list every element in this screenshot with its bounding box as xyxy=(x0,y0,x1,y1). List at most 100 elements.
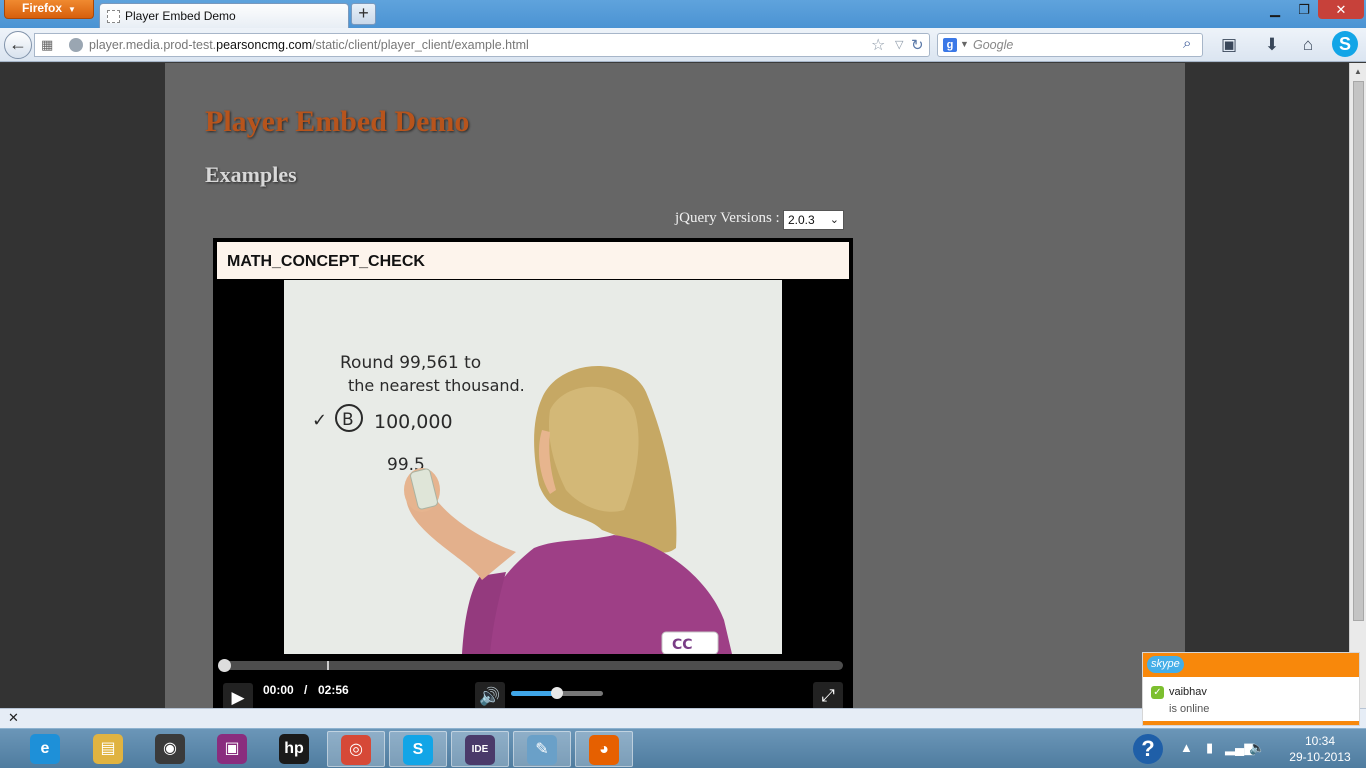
jquery-version-label: jQuery Versions : xyxy=(675,210,780,226)
chrome-icon: ◎ xyxy=(341,735,371,765)
new-tab-button[interactable]: + xyxy=(351,3,376,25)
clock-date: 29-10-2013 xyxy=(1289,750,1351,764)
file-explorer-icon: ▤ xyxy=(93,734,123,764)
search-input[interactable]: Google xyxy=(973,38,1013,52)
page-icon xyxy=(107,10,120,23)
back-button[interactable]: ← xyxy=(4,31,32,59)
volume-handle[interactable] xyxy=(551,687,563,699)
volume-icon[interactable]: 🔈 xyxy=(1249,740,1265,756)
search-icon[interactable]: ⌕ xyxy=(1183,35,1191,52)
notepad-icon: ✎ xyxy=(527,735,557,765)
hp-icon: hp xyxy=(279,734,309,764)
system-clock[interactable]: 10:34 29-10-2013 xyxy=(1280,733,1360,765)
play-icon: ▶ xyxy=(231,688,245,707)
taskbar-item-app-purple[interactable]: ▣ xyxy=(203,731,261,767)
whiteboard-line-1: Round 99,561 to xyxy=(340,353,481,373)
fullscreen-button[interactable]: ⤢ xyxy=(813,682,843,708)
skype-icon: S xyxy=(403,735,433,765)
chevron-down-icon: ⌄ xyxy=(829,214,839,226)
online-status-icon: ✓ xyxy=(1151,686,1164,699)
help-icon[interactable]: ? xyxy=(1133,734,1163,764)
navigation-bar: ← ▦ player.media.prod-test.pearsoncmg.co… xyxy=(0,28,1366,62)
vertical-scrollbar[interactable]: ▲ xyxy=(1349,63,1366,708)
page-subtitle: Examples xyxy=(205,162,297,187)
current-time: 00:00 xyxy=(263,683,294,697)
page-viewport: Player Embed Demo Examples jQuery Versio… xyxy=(0,63,1349,708)
bookmarks-icon[interactable]: ▣ xyxy=(1216,35,1242,55)
skype-notification[interactable]: skype ✓ vaibhav is online xyxy=(1142,652,1360,726)
close-addon-bar-icon[interactable]: ✕ xyxy=(8,710,19,726)
mute-button[interactable]: 🔊 xyxy=(475,682,505,708)
restore-icon[interactable]: ❐ xyxy=(1290,0,1318,19)
skype-logo: skype xyxy=(1147,656,1184,673)
url-prefix: player.media.prod-test. xyxy=(89,38,217,52)
taskbar-item-internet-explorer[interactable]: e xyxy=(16,731,74,767)
url-text[interactable]: player.media.prod-test.pearsoncmg.com/st… xyxy=(89,38,529,52)
page-content: Player Embed Demo Examples jQuery Versio… xyxy=(165,63,1185,708)
search-engine-dropdown-icon[interactable]: ▼ xyxy=(960,39,969,49)
battery-icon[interactable]: ▮ xyxy=(1206,740,1213,756)
contact-name: vaibhav xyxy=(1169,686,1207,698)
seek-handle[interactable] xyxy=(218,659,231,672)
taskbar-item-notepad[interactable]: ✎ xyxy=(513,731,571,767)
seek-bar[interactable] xyxy=(217,657,845,675)
speaker-icon: 🔊 xyxy=(479,687,501,706)
scroll-up-icon[interactable]: ▲ xyxy=(1354,67,1362,76)
taskbar: e ▤ ◉ ▣ hp ◎ S IDE ✎ ◕ ? ▲ ▮ ▂▄▆ 🔈 10:34 29-10-20… xyxy=(0,728,1366,768)
taskbar-item-firefox[interactable]: ◕ xyxy=(575,731,633,767)
taskbar-item-skype[interactable]: S xyxy=(389,731,447,767)
cc-badge-text: CC xyxy=(672,637,693,653)
identity-icon[interactable]: ▦ xyxy=(41,37,53,53)
taskbar-item-file-explorer[interactable]: ▤ xyxy=(79,731,137,767)
taskbar-item-media-player[interactable]: ◉ xyxy=(141,731,199,767)
scrollbar-thumb[interactable] xyxy=(1353,81,1364,621)
firefox-icon: ◕ xyxy=(589,735,619,765)
browser-tab[interactable]: Player Embed Demo xyxy=(99,3,349,28)
url-bar[interactable]: ▦ player.media.prod-test.pearsoncmg.com/… xyxy=(34,33,930,57)
taskbar-item-hp[interactable]: hp xyxy=(265,731,323,767)
video-image: Round 99,561 to the nearest thousand. ✓ … xyxy=(284,280,782,654)
home-icon[interactable]: ⌂ xyxy=(1295,35,1321,55)
download-icon[interactable]: ⬇ xyxy=(1259,35,1285,55)
whiteboard-choice-letter: B xyxy=(342,410,354,430)
close-window-icon[interactable]: ✕ xyxy=(1318,0,1364,19)
media-player-icon: ◉ xyxy=(155,734,185,764)
clock-time: 10:34 xyxy=(1304,734,1336,748)
title-bar: Firefox ▼ Player Embed Demo + ▁ ❐ ✕ xyxy=(0,0,1366,28)
app-purple-icon: ▣ xyxy=(217,734,247,764)
whiteboard-choice-value: 100,000 xyxy=(374,411,453,433)
contact-status: is online xyxy=(1169,703,1210,715)
play-button[interactable]: ▶ xyxy=(223,683,253,708)
buffered-marker xyxy=(326,661,329,670)
fullscreen-icon: ⤢ xyxy=(821,686,835,705)
volume-slider[interactable] xyxy=(511,687,603,699)
jquery-version-select[interactable]: 2.0.3 ⌄ xyxy=(783,210,844,230)
taskbar-item-java-ee-ide[interactable]: IDE xyxy=(451,731,509,767)
firefox-menu-label: Firefox xyxy=(22,1,63,15)
tab-title: Player Embed Demo xyxy=(125,9,236,23)
history-dropdown-icon[interactable]: ▽ xyxy=(895,38,903,51)
svg-text:✓: ✓ xyxy=(312,410,327,431)
skype-toolbar-icon[interactable]: S xyxy=(1332,31,1358,57)
internet-explorer-icon: e xyxy=(30,734,60,764)
firefox-menu-button[interactable]: Firefox ▼ xyxy=(4,0,94,19)
show-hidden-icons-icon[interactable]: ▲ xyxy=(1180,740,1193,755)
minimize-icon[interactable]: ▁ xyxy=(1260,0,1290,19)
player-title: MATH_CONCEPT_CHECK xyxy=(227,253,425,270)
duration: 02:56 xyxy=(318,683,349,697)
bookmark-star-icon[interactable]: ☆ xyxy=(871,35,885,55)
taskbar-item-chrome[interactable]: ◎ xyxy=(327,731,385,767)
google-logo-icon[interactable]: g xyxy=(943,38,957,52)
video-frame[interactable]: Round 99,561 to the nearest thousand. ✓ … xyxy=(284,280,782,654)
java-ee-ide-icon: IDE xyxy=(465,735,495,765)
whiteboard-line-2: the nearest thousand. xyxy=(348,376,525,395)
globe-icon xyxy=(69,38,83,52)
page-title: Player Embed Demo xyxy=(205,105,470,138)
video-player: MATH_CONCEPT_CHECK Round 99,561 to the n… xyxy=(213,238,853,708)
jquery-version-value: 2.0.3 xyxy=(788,213,815,227)
notification-accent xyxy=(1143,721,1359,725)
seek-track[interactable] xyxy=(221,661,843,670)
reload-icon[interactable]: ↻ xyxy=(911,36,924,54)
url-domain: pearsoncmg.com xyxy=(216,38,313,52)
search-bar[interactable]: g ▼ Google ⌕ xyxy=(937,33,1203,57)
